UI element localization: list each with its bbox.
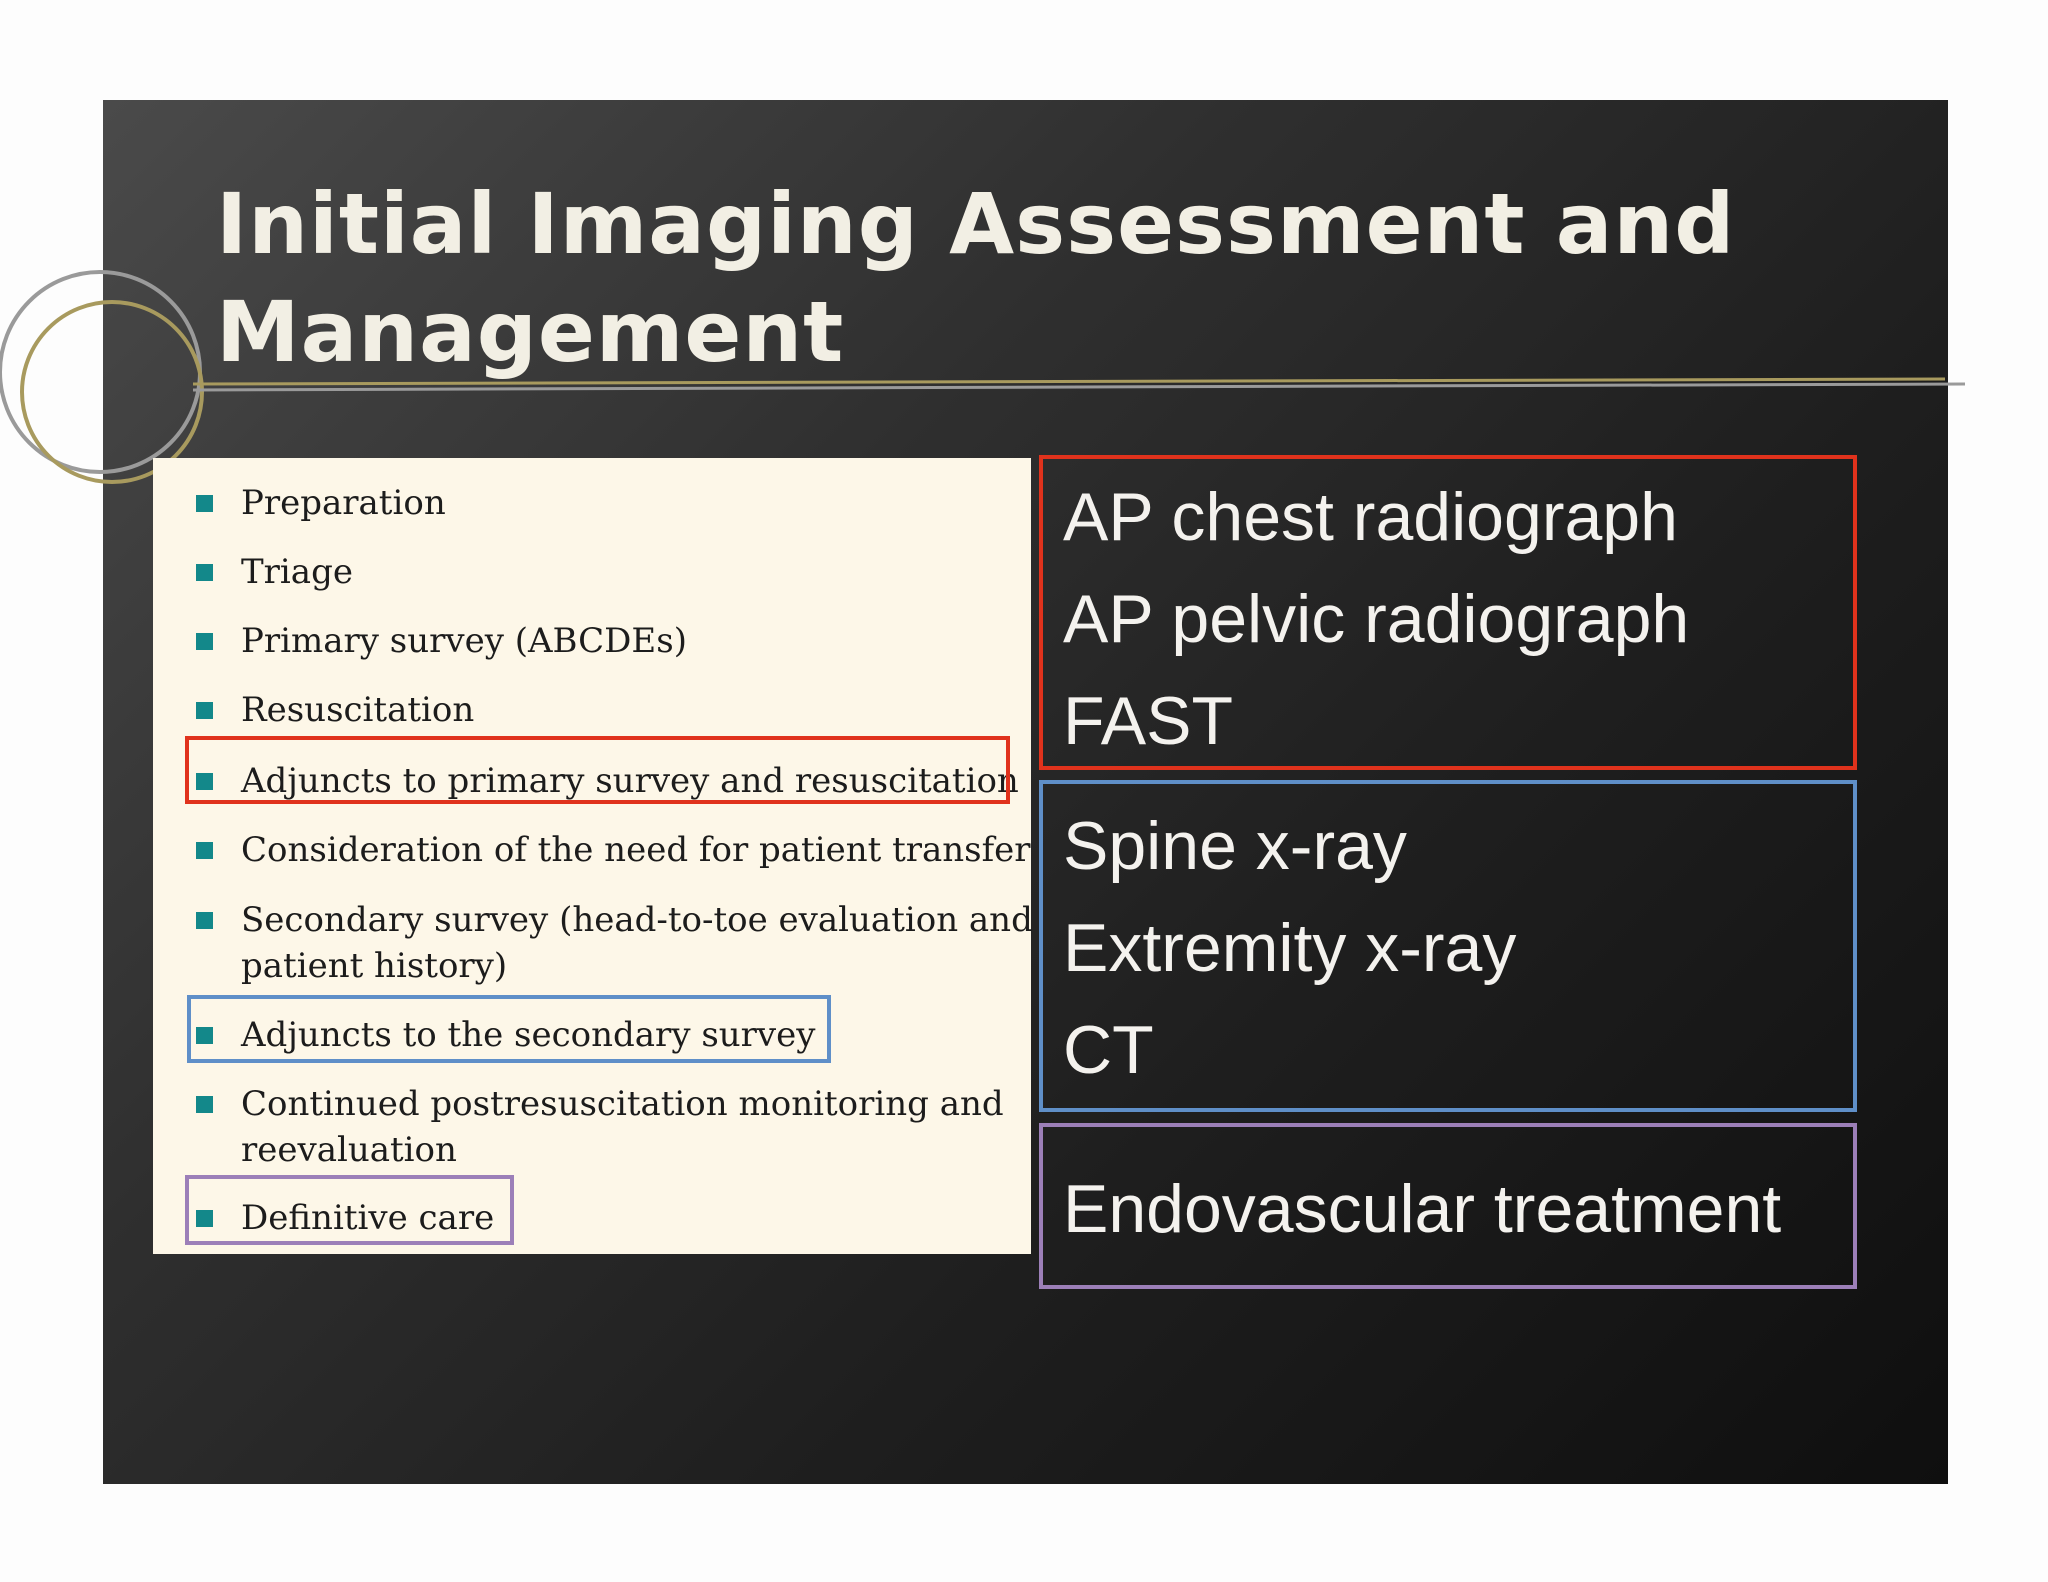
- checklist-item-text: Secondary survey (head-to-toe evaluation…: [241, 900, 1033, 940]
- square-bullet-icon: [196, 564, 213, 581]
- checklist-item-text: Resuscitation: [241, 690, 475, 730]
- square-bullet-icon: [196, 633, 213, 650]
- slide-title-line-2: Management: [216, 283, 845, 381]
- imaging-item: FAST: [1063, 683, 1234, 759]
- square-bullet-icon: [196, 912, 213, 929]
- checklist-item-text: Consideration of the need for patient tr…: [241, 830, 1031, 870]
- checklist-item-text: Primary survey (ABCDEs): [241, 621, 687, 661]
- slide-title-line-1: Initial Imaging Assessment and: [216, 175, 1736, 273]
- checklist-item-text-continued: reevaluation: [241, 1130, 457, 1170]
- imaging-group-definitive: Endovascular treatment: [1039, 1123, 1857, 1289]
- square-bullet-icon: [196, 702, 213, 719]
- checklist-item-text: Continued postresuscitation monitoring a…: [241, 1084, 1004, 1124]
- square-bullet-icon: [196, 495, 213, 512]
- red-highlight-frame: [185, 736, 1010, 804]
- imaging-item: AP pelvic radiograph: [1063, 581, 1690, 657]
- slide-title: Initial Imaging Assessment and Managemen…: [216, 170, 1816, 386]
- trauma-checklist-panel: Preparation Triage Primary survey (ABCDE…: [153, 458, 1033, 1254]
- imaging-item: CT: [1063, 1012, 1154, 1088]
- page: Initial Imaging Assessment and Managemen…: [0, 0, 2048, 1582]
- imaging-item: AP chest radiograph: [1063, 479, 1678, 555]
- imaging-item: Extremity x-ray: [1063, 910, 1517, 986]
- purple-highlight-frame: [185, 1175, 514, 1245]
- imaging-group-secondary: Spine x-ray Extremity x-ray CT: [1039, 780, 1857, 1112]
- square-bullet-icon: [196, 1096, 213, 1113]
- imaging-group-primary: AP chest radiograph AP pelvic radiograph…: [1039, 455, 1857, 770]
- checklist-item-text-continued: patient history): [241, 946, 508, 986]
- imaging-item: Spine x-ray: [1063, 808, 1407, 884]
- square-bullet-icon: [196, 842, 213, 859]
- blue-highlight-frame: [187, 995, 831, 1063]
- imaging-item: Endovascular treatment: [1063, 1171, 1782, 1247]
- checklist-item-text: Preparation: [241, 483, 446, 523]
- checklist-item-text: Triage: [241, 552, 353, 592]
